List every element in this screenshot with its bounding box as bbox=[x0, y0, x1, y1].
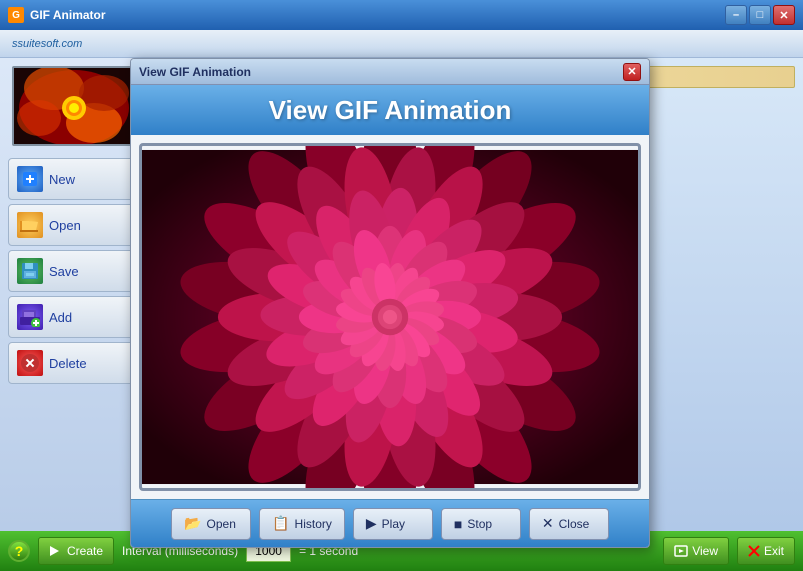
add-button[interactable]: Add bbox=[8, 296, 136, 338]
open-icon: 📂 bbox=[184, 515, 201, 532]
app-window: G GIF Animator – □ ✕ ssuitesoft.com bbox=[0, 0, 803, 571]
play-icon: ▶ bbox=[366, 515, 377, 532]
minimize-button[interactable]: – bbox=[725, 5, 747, 25]
modal-title-bar: View GIF Animation ✕ bbox=[131, 59, 649, 85]
open-icon bbox=[17, 212, 43, 238]
add-icon bbox=[17, 304, 43, 330]
app-icon: G bbox=[8, 7, 24, 23]
title-bar-controls: – □ ✕ bbox=[725, 5, 795, 25]
sidebar: New Open bbox=[0, 58, 145, 531]
new-icon bbox=[17, 166, 43, 192]
modal-history-button[interactable]: 📋 History bbox=[259, 508, 345, 540]
modal-overlay: View GIF Animation ✕ View GIF Animation bbox=[130, 58, 650, 548]
delete-icon bbox=[17, 350, 43, 376]
save-icon bbox=[17, 258, 43, 284]
create-icon bbox=[49, 544, 63, 558]
open-button[interactable]: Open bbox=[8, 204, 136, 246]
exit-icon bbox=[748, 545, 760, 557]
logo-bar: ssuitesoft.com bbox=[0, 30, 803, 58]
logo-text: ssuitesoft.com bbox=[12, 38, 82, 50]
title-bar: G GIF Animator – □ ✕ bbox=[0, 0, 803, 30]
new-button[interactable]: New bbox=[8, 158, 136, 200]
view-icon bbox=[674, 544, 688, 558]
thumbnail-image bbox=[14, 68, 130, 144]
close-button[interactable]: ✕ bbox=[773, 5, 795, 25]
modal-open-button[interactable]: 📂 Open bbox=[171, 508, 251, 540]
app-title: GIF Animator bbox=[30, 8, 106, 22]
modal-close-footer-button[interactable]: ✕ Close bbox=[529, 508, 609, 540]
thumbnail-area bbox=[12, 66, 132, 146]
view-button[interactable]: View bbox=[663, 537, 729, 565]
help-button[interactable]: ? bbox=[8, 540, 30, 562]
flower-display bbox=[139, 143, 641, 491]
modal-play-button[interactable]: ▶ Play bbox=[353, 508, 433, 540]
modal-stop-button[interactable]: ■ Stop bbox=[441, 508, 521, 540]
save-label: Save bbox=[49, 264, 79, 279]
modal-header-text: View GIF Animation bbox=[269, 95, 512, 126]
delete-label: Delete bbox=[49, 356, 87, 371]
modal-title: View GIF Animation bbox=[139, 65, 251, 79]
modal-footer: 📂 Open 📋 History ▶ Play ■ Stop ✕ Clo bbox=[131, 499, 649, 547]
modal-header: View GIF Animation bbox=[131, 85, 649, 135]
open-label: Open bbox=[49, 218, 81, 233]
create-button[interactable]: Create bbox=[38, 537, 114, 565]
modal-window: View GIF Animation ✕ View GIF Animation bbox=[130, 58, 650, 548]
modal-body bbox=[131, 135, 649, 499]
maximize-button[interactable]: □ bbox=[749, 5, 771, 25]
close-icon: ✕ bbox=[542, 515, 554, 532]
exit-button[interactable]: Exit bbox=[737, 537, 795, 565]
save-button[interactable]: Save bbox=[8, 250, 136, 292]
delete-button[interactable]: Delete bbox=[8, 342, 136, 384]
stop-icon: ■ bbox=[454, 516, 462, 532]
add-label: Add bbox=[49, 310, 72, 325]
flower-image bbox=[142, 146, 638, 488]
new-label: New bbox=[49, 172, 75, 187]
modal-close-button[interactable]: ✕ bbox=[623, 63, 641, 81]
history-icon: 📋 bbox=[272, 515, 289, 532]
